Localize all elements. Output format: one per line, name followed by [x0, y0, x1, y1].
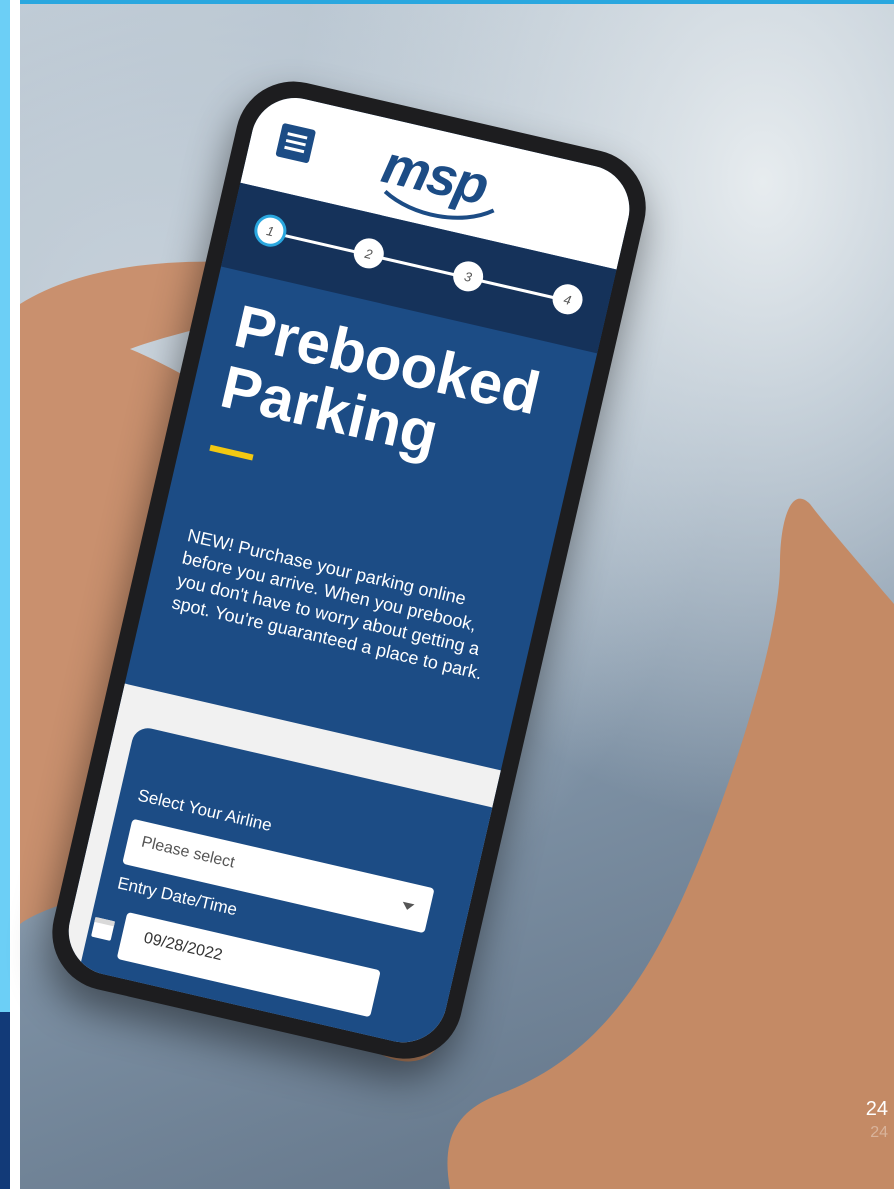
slide-left-gap: [10, 0, 20, 1189]
entry-date-input[interactable]: 09/28/2022: [116, 912, 381, 1018]
menu-line: [284, 145, 305, 154]
step-4[interactable]: 4: [549, 281, 586, 318]
slide-page-number: 24: [865, 1098, 888, 1120]
menu-line: [285, 138, 306, 147]
slide-left-accent-dark: [0, 1012, 10, 1189]
slide-page-number-ghost: 24: [870, 1124, 888, 1141]
title-accent-bar: [209, 444, 254, 461]
airline-select[interactable]: Please select: [122, 818, 435, 934]
menu-line: [287, 132, 308, 140]
intro-text: NEW! Purchase your parking online before…: [170, 525, 485, 684]
slide-left-accent-bar: [0, 0, 10, 1189]
calendar-icon[interactable]: [91, 916, 116, 941]
hamburger-menu-icon[interactable]: [275, 122, 317, 164]
step-1[interactable]: 1: [251, 211, 290, 250]
step-3[interactable]: 3: [450, 258, 487, 295]
chevron-down-icon: [401, 901, 415, 912]
airline-select-placeholder: Please select: [139, 833, 237, 872]
step-2[interactable]: 2: [350, 235, 387, 272]
